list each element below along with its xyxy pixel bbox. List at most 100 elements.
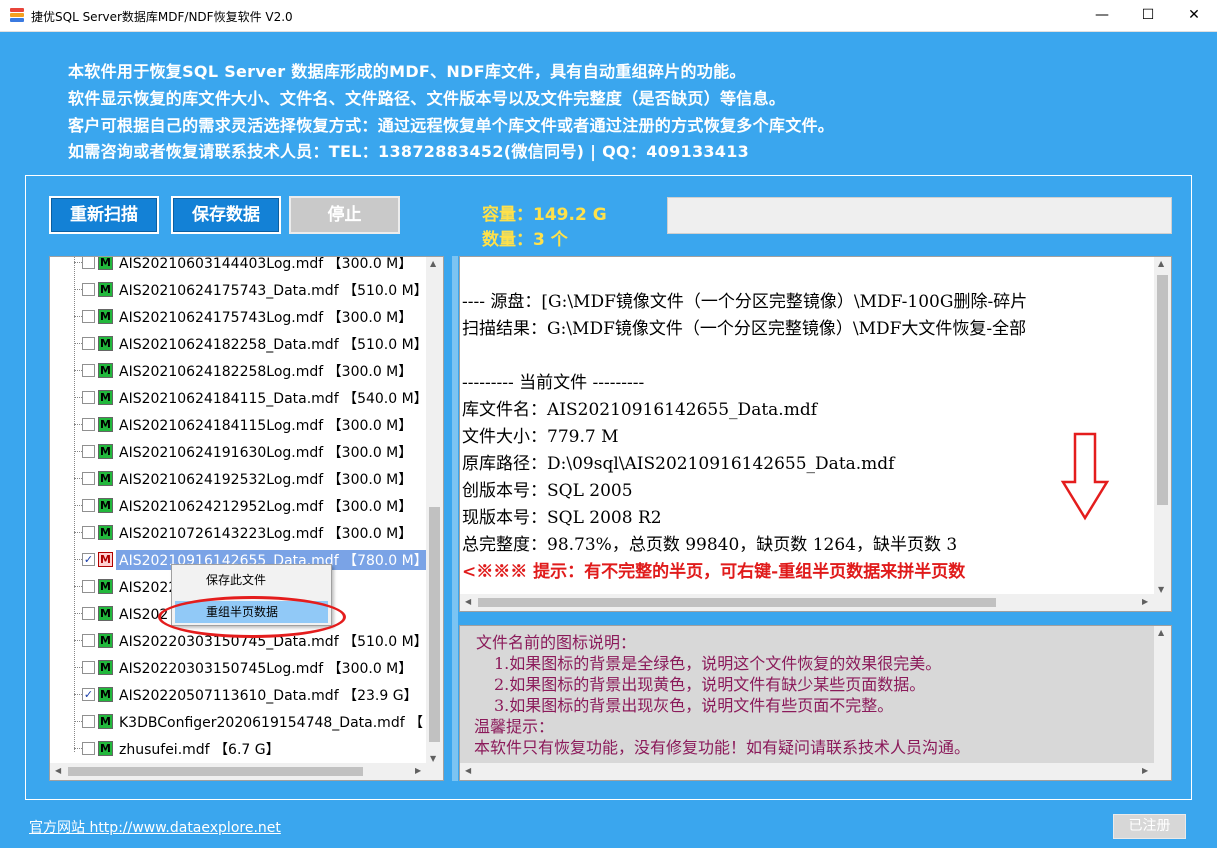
file-checkbox[interactable]	[82, 715, 95, 728]
scroll-left-icon[interactable]: ◀	[465, 766, 471, 775]
maximize-button[interactable]: ☐	[1125, 0, 1171, 32]
file-checkbox[interactable]	[82, 742, 95, 755]
file-size: 【300.0 M】	[327, 472, 413, 488]
file-row[interactable]: M AIS20210624212952Log.mdf 【300.0 M】	[50, 492, 428, 519]
file-row[interactable]: M AIS20210624191630Log.mdf 【300.0 M】	[50, 438, 428, 465]
file-checkbox[interactable]	[82, 661, 95, 674]
file-checkbox[interactable]	[82, 634, 95, 647]
tree-horizontal-scrollbar[interactable]: ◀ ▶	[50, 763, 443, 780]
file-checkbox[interactable]	[82, 445, 95, 458]
close-button[interactable]: ✕	[1171, 0, 1217, 32]
registered-button[interactable]: 已注册	[1113, 814, 1186, 839]
scroll-down-icon[interactable]: ▼	[1158, 585, 1164, 594]
file-size: 【300.0 M】	[327, 661, 413, 677]
file-checkbox[interactable]	[82, 391, 95, 404]
legend-horizontal-scrollbar[interactable]: ◀ ▶	[460, 763, 1171, 780]
file-row[interactable]: M AIS20220303150745Log.mdf 【300.0 M】	[50, 654, 428, 681]
tree-connector	[74, 532, 82, 533]
scroll-up-icon[interactable]: ▲	[1158, 259, 1164, 268]
scroll-right-icon[interactable]: ▶	[1142, 766, 1148, 775]
file-name: AIS20210603144403Log.mdf	[119, 256, 324, 272]
file-checkbox[interactable]	[82, 607, 95, 620]
tree-vertical-scrollbar[interactable]: ▲ ▼	[426, 257, 443, 765]
website-link[interactable]: 官方网站 http://www.dataexplore.net	[29, 817, 281, 837]
file-name: AIS20210624212952Log.mdf	[119, 499, 324, 515]
details-horizontal-scrollbar[interactable]: ◀ ▶	[460, 594, 1171, 611]
file-label: zhusufei.mdf 【6.7 G】	[119, 739, 280, 759]
file-size: 【300.0 M】	[327, 418, 413, 434]
highlight-circle	[158, 596, 346, 638]
file-checkbox[interactable]: ✓	[82, 688, 95, 701]
file-name: K3DBConfiger2020619154748_Data.mdf	[119, 715, 405, 731]
down-arrow-icon	[1060, 432, 1110, 521]
file-checkbox[interactable]	[82, 337, 95, 350]
minimize-button[interactable]: —	[1079, 0, 1125, 32]
scroll-up-icon[interactable]: ▲	[1158, 628, 1164, 637]
scroll-left-icon[interactable]: ◀	[465, 597, 471, 606]
scroll-up-icon[interactable]: ▲	[430, 259, 436, 268]
mdf-file-icon: M	[98, 606, 113, 621]
save-data-button[interactable]: 保存数据	[171, 196, 281, 234]
file-size: 【780.0 M】	[343, 553, 428, 569]
stop-button[interactable]: 停止	[289, 196, 400, 234]
menu-save-file[interactable]: 保存此文件	[175, 569, 328, 591]
file-row[interactable]: M AIS20210624184115_Data.mdf 【540.0 M】	[50, 384, 428, 411]
mdf-file-icon: M	[98, 257, 113, 270]
file-row[interactable]: M AIS20210603144403Log.mdf 【300.0 M】	[50, 256, 428, 276]
file-name: AIS20210624191630Log.mdf	[119, 445, 324, 461]
details-hscroll-thumb[interactable]	[478, 598, 996, 607]
file-checkbox[interactable]	[82, 472, 95, 485]
file-row[interactable]: M AIS20210726143223Log.mdf 【300.0 M】	[50, 519, 428, 546]
tree-hscroll-thumb[interactable]	[68, 767, 363, 776]
scroll-left-icon[interactable]: ◀	[55, 766, 61, 775]
file-row[interactable]: M AIS20210624192532Log.mdf 【300.0 M】	[50, 465, 428, 492]
detail-integrity: 总完整度：98.73%，总页数 99840，缺页数 1264，缺半页数 3	[462, 535, 958, 555]
file-name: AIS20220507113610_Data.mdf	[119, 688, 339, 704]
file-row[interactable]: ✓ M AIS20220507113610_Data.mdf 【23.9 G】	[50, 681, 428, 708]
scroll-right-icon[interactable]: ▶	[1142, 597, 1148, 606]
file-checkbox[interactable]	[82, 257, 95, 269]
file-size: 【510.0 M】	[343, 283, 428, 299]
file-name: AIS20210624182258Log.mdf	[119, 364, 324, 380]
legend-vertical-scrollbar[interactable]: ▲	[1154, 626, 1171, 764]
mdf-file-icon: M	[98, 741, 113, 756]
file-row[interactable]: Mzhusufei.mdf 【6.7 G】	[50, 735, 428, 762]
tree-connector	[74, 505, 82, 506]
tree-connector	[74, 586, 82, 587]
file-row[interactable]: M AIS20210624175743Log.mdf 【300.0 M】	[50, 303, 428, 330]
file-checkbox[interactable]	[82, 310, 95, 323]
tree-connector	[74, 397, 82, 398]
file-row[interactable]: M AIS20210624182258Log.mdf 【300.0 M】	[50, 357, 428, 384]
file-label: AIS20210624184115_Data.mdf 【540.0 M】	[119, 388, 428, 408]
rescan-button[interactable]: 重新扫描	[49, 196, 159, 234]
file-checkbox[interactable]	[82, 283, 95, 296]
tree-connector	[74, 721, 82, 722]
scroll-down-icon[interactable]: ▼	[430, 754, 436, 763]
file-checkbox[interactable]	[82, 526, 95, 539]
file-checkbox[interactable]	[82, 418, 95, 431]
file-checkbox[interactable]: ✓	[82, 553, 95, 566]
scroll-right-icon[interactable]: ▶	[415, 766, 421, 775]
file-name: AIS20210624184115Log.mdf	[119, 418, 324, 434]
tree-scroll-thumb[interactable]	[429, 507, 440, 742]
file-row[interactable]: M K3DBConfiger2020619154748_Data.mdf 【	[50, 708, 428, 735]
file-row[interactable]: M AIS20210624182258_Data.mdf 【510.0 M】	[50, 330, 428, 357]
file-row[interactable]: M AIS20210624184115Log.mdf 【300.0 M】	[50, 411, 428, 438]
file-checkbox[interactable]	[82, 499, 95, 512]
file-checkbox[interactable]	[82, 580, 95, 593]
mdf-file-icon: M	[98, 363, 113, 378]
splitter[interactable]	[452, 256, 458, 781]
details-scroll-thumb[interactable]	[1157, 275, 1168, 505]
file-checkbox[interactable]	[82, 364, 95, 377]
details-vertical-scrollbar[interactable]: ▲ ▼	[1154, 257, 1171, 596]
file-size: 【300.0 M】	[327, 445, 413, 461]
main-panel: 重新扫描 保存数据 停止 容量：149.2 G 数量：3 个 M AIS20210…	[25, 175, 1192, 800]
file-row[interactable]: M AIS20210624175743_Data.mdf 【510.0 M】	[50, 276, 428, 303]
mdf-file-icon: M	[98, 471, 113, 486]
file-label: AIS20220507113610_Data.mdf 【23.9 G】	[119, 685, 418, 705]
file-size: 【300.0 M】	[327, 499, 413, 515]
file-label: AIS20210624175743_Data.mdf 【510.0 M】	[119, 280, 428, 300]
info-line-2: 软件显示恢复的库文件大小、文件名、文件路径、文件版本号以及文件完整度（是否缺页）…	[68, 89, 786, 108]
file-name: AIS20210624192532Log.mdf	[119, 472, 324, 488]
file-tree[interactable]: M AIS20210603144403Log.mdf 【300.0 M】 M AIS2…	[49, 256, 444, 781]
